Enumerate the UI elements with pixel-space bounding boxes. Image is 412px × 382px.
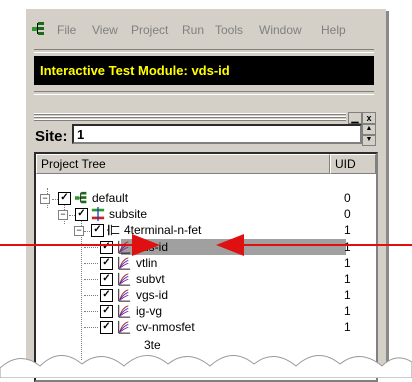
uid-value: 1	[344, 304, 351, 318]
row-checkbox[interactable]: ✓	[100, 241, 113, 254]
tree-item-vtlin[interactable]: vtlin	[136, 255, 157, 271]
row-checkbox[interactable]: ✓	[100, 289, 113, 302]
row-checkbox[interactable]: ✓	[91, 224, 104, 237]
uid-value: 0	[344, 191, 351, 205]
collapse-toggle[interactable]: −	[74, 226, 84, 236]
dock-restore-button[interactable]: ▁	[348, 112, 362, 124]
tree-item-subvt[interactable]: subvt	[136, 271, 165, 287]
column-header-project-tree[interactable]: Project Tree	[36, 154, 330, 174]
menu-bar: File View Project Run Tools Window Help	[26, 17, 382, 43]
site-label: Site:	[35, 128, 68, 145]
spin-up-icon[interactable]: ▲	[362, 124, 376, 135]
torn-edge-decoration	[0, 355, 412, 378]
tree-line	[84, 247, 98, 248]
column-header-uid[interactable]: UID	[330, 154, 376, 174]
dock-close-button[interactable]: x	[362, 112, 376, 124]
tree-item-default[interactable]: default	[92, 190, 128, 206]
curve-plot-icon	[118, 304, 131, 318]
uid-value: 1	[344, 256, 351, 270]
uid-value: 1	[344, 272, 351, 286]
tree-line	[84, 311, 98, 312]
row-checkbox[interactable]: ✓	[75, 208, 88, 221]
dock-grip-handle[interactable]	[34, 113, 346, 121]
project-tree-icon	[75, 191, 87, 204]
tree-line	[84, 263, 98, 264]
curve-plot-icon	[118, 240, 131, 254]
uid-value: 1	[344, 288, 351, 302]
menu-help[interactable]: Help	[321, 23, 346, 37]
menu-file[interactable]: File	[57, 23, 76, 37]
tree-item-4terminal-n-fet[interactable]: 4terminal-n-fet	[124, 222, 201, 238]
menu-view[interactable]: View	[92, 23, 118, 37]
uid-value: 1	[344, 240, 351, 254]
site-field[interactable]: 1	[72, 124, 362, 144]
restore-icon: ▁	[351, 113, 359, 123]
menu-tools[interactable]: Tools	[215, 23, 243, 37]
curve-plot-icon	[118, 256, 131, 270]
separator	[34, 49, 374, 53]
menu-window[interactable]: Window	[259, 23, 302, 37]
site-spinner[interactable]: ▲ ▼	[362, 124, 376, 146]
close-icon: x	[366, 113, 372, 123]
tree-item-ig-vg[interactable]: ig-vg	[136, 303, 162, 319]
project-tree-app-icon	[32, 22, 44, 35]
curve-plot-icon	[118, 272, 131, 286]
row-checkbox[interactable]: ✓	[100, 321, 113, 334]
row-checkbox[interactable]: ✓	[100, 273, 113, 286]
transistor-icon	[107, 224, 120, 236]
uid-value: 1	[344, 223, 351, 237]
collapse-toggle[interactable]: −	[58, 210, 68, 220]
tree-line	[84, 327, 98, 328]
row-checkbox[interactable]: ✓	[100, 305, 113, 318]
tree-line	[84, 295, 98, 296]
subsite-icon	[91, 207, 105, 221]
tree-item-cv-nmosfet[interactable]: cv-nmosfet	[136, 319, 195, 335]
tree-item-subsite[interactable]: subsite	[109, 206, 147, 222]
module-title: Interactive Test Module: vds-id	[34, 56, 374, 85]
menu-project[interactable]: Project	[131, 23, 168, 37]
collapse-toggle[interactable]: −	[40, 194, 50, 204]
tree-item-vds-id[interactable]: vds-id	[136, 239, 168, 255]
row-checkbox[interactable]: ✓	[58, 192, 71, 205]
tree-line	[81, 220, 82, 360]
curve-plot-icon	[118, 288, 131, 302]
tree-item-vgs-id[interactable]: vgs-id	[136, 287, 168, 303]
application-window: File View Project Run Tools Window Help …	[24, 8, 386, 382]
menu-run[interactable]: Run	[182, 23, 204, 37]
uid-value: 0	[344, 207, 351, 221]
uid-value: 1	[344, 320, 351, 334]
curve-plot-icon	[118, 320, 131, 334]
separator	[34, 91, 374, 95]
row-checkbox[interactable]: ✓	[100, 257, 113, 270]
tree-line	[84, 279, 98, 280]
spin-down-icon[interactable]: ▼	[362, 135, 376, 146]
